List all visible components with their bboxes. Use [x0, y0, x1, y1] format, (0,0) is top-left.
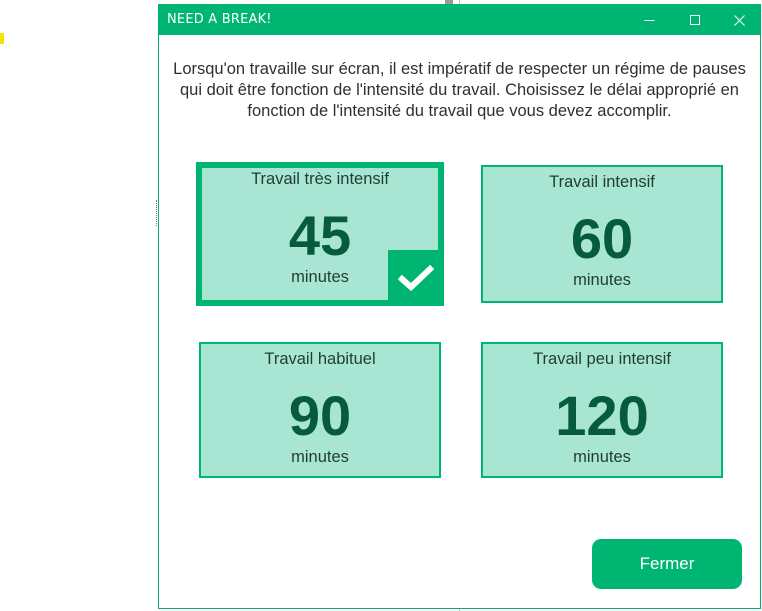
window-title: NEED A BREAK!: [167, 12, 272, 27]
title-bar[interactable]: NEED A BREAK!: [159, 5, 760, 35]
option-card-usual[interactable]: Travail habituel 90 minutes: [199, 342, 441, 478]
option-minutes-value: 60: [570, 207, 634, 270]
option-card-intensive[interactable]: Travail intensif 60 minutes: [481, 165, 723, 303]
maximize-button[interactable]: [672, 5, 718, 35]
minimize-icon: [644, 19, 654, 21]
background-marker: [0, 33, 4, 44]
maximize-icon: [689, 14, 700, 25]
option-unit: minutes: [573, 271, 631, 289]
close-button[interactable]: Fermer: [592, 539, 742, 589]
option-unit: minutes: [291, 448, 349, 466]
option-label: Travail très intensif: [251, 170, 389, 188]
option-label: Travail intensif: [549, 173, 655, 191]
option-minutes-value: 90: [288, 384, 352, 447]
checkmark-icon: [398, 264, 434, 292]
minimize-button[interactable]: [626, 5, 672, 35]
option-card-light[interactable]: Travail peu intensif 120 minutes: [481, 342, 723, 478]
option-minutes-value: 120: [555, 384, 649, 447]
option-label: Travail peu intensif: [533, 350, 671, 368]
instructions-text: Lorsqu'on travaille sur écran, il est im…: [173, 60, 746, 120]
option-unit: minutes: [573, 448, 631, 466]
selected-badge: [388, 250, 444, 306]
option-label: Travail habituel: [264, 350, 376, 368]
option-card-very-intensive[interactable]: Travail très intensif 45 minutes: [196, 162, 444, 306]
need-a-break-dialog: NEED A BREAK! Lorsqu'on travaille sur éc…: [158, 4, 761, 609]
close-icon: [733, 14, 745, 26]
close-window-button[interactable]: [716, 5, 762, 35]
